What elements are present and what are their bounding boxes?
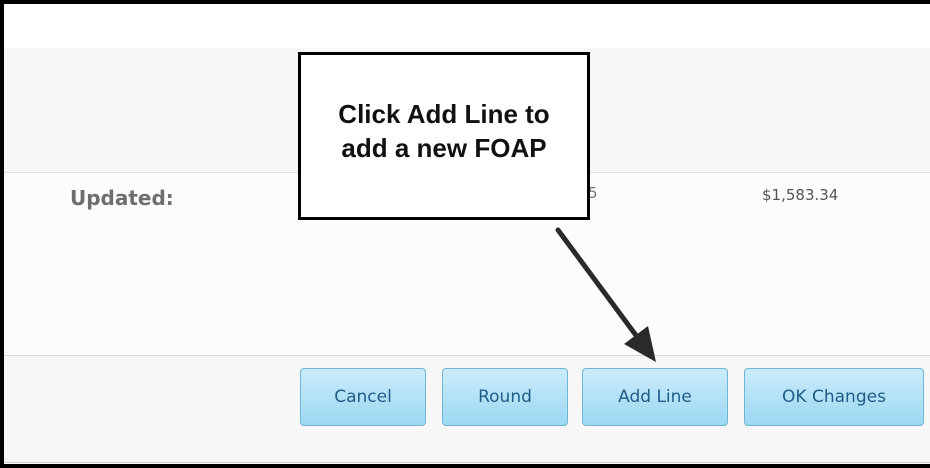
updated-label: Updated: (70, 186, 174, 210)
screenshot-frame: Updated: 5 $1,583.34 Cancel Round Add Li… (0, 0, 930, 468)
callout-text: Click Add Line to add a new FOAP (338, 99, 550, 163)
cancel-button[interactable]: Cancel (300, 368, 426, 426)
top-strip (4, 4, 930, 48)
add-line-button[interactable]: Add Line (582, 368, 728, 426)
updated-amount: $1,583.34 (762, 186, 839, 204)
round-button[interactable]: Round (442, 368, 568, 426)
ok-changes-button[interactable]: OK Changes (744, 368, 924, 426)
instruction-callout: Click Add Line to add a new FOAP (298, 52, 590, 220)
